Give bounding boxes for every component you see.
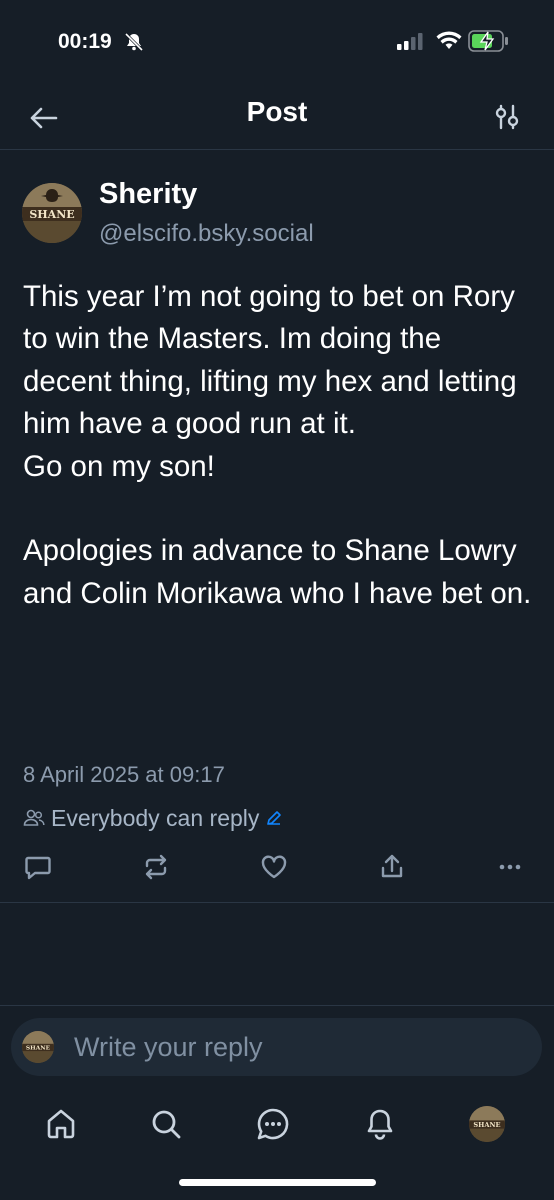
nav-search[interactable] (146, 1104, 186, 1144)
reply-setting[interactable]: Everybody can reply (23, 803, 283, 833)
author-handle[interactable]: @elscifo.bsky.social (99, 220, 314, 248)
repost-button[interactable] (139, 850, 173, 884)
divider (0, 902, 554, 903)
people-icon (23, 809, 45, 826)
more-icon (499, 864, 521, 870)
reply-button[interactable] (21, 850, 55, 884)
bell-icon (367, 1109, 393, 1140)
battery-charging-icon (468, 30, 508, 52)
bell-off-icon (124, 32, 144, 52)
chat-icon (257, 1108, 289, 1140)
post-text: This year I’m not going to bet on Rory t… (23, 280, 532, 610)
reply-placeholder[interactable]: Write your reply (74, 1032, 263, 1063)
author-avatar[interactable]: SHANE (22, 183, 82, 243)
nav-profile[interactable]: SHANE (467, 1104, 507, 1144)
reply-composer[interactable]: SHANE Write your reply (11, 1018, 542, 1076)
reply-icon (25, 856, 51, 880)
page-title: Post (246, 96, 308, 127)
like-button[interactable] (257, 850, 291, 884)
status-bar: 00:19 (0, 0, 554, 86)
svg-text:SHANE: SHANE (473, 1121, 500, 1129)
home-icon (47, 1109, 75, 1139)
svg-text:SHANE: SHANE (26, 1045, 51, 1052)
thread-settings-button[interactable] (492, 102, 522, 132)
reply-setting-label: Everybody can reply (51, 804, 260, 831)
divider (0, 1005, 554, 1006)
heart-icon (261, 855, 287, 879)
user-avatar: SHANE (22, 1031, 54, 1063)
pencil-icon[interactable] (265, 809, 283, 827)
share-button[interactable] (375, 850, 409, 884)
repost-icon (145, 854, 167, 880)
share-icon (381, 854, 403, 878)
nav-notifications[interactable] (360, 1104, 400, 1144)
status-time: 00:19 (58, 30, 112, 53)
author-name[interactable]: Sherity (99, 178, 197, 211)
nav-chat[interactable] (253, 1104, 293, 1144)
post-timestamp: 8 April 2025 at 09:17 (23, 762, 225, 787)
home-indicator (179, 1179, 376, 1186)
search-icon (152, 1110, 181, 1139)
svg-text:SHANE: SHANE (29, 208, 74, 221)
post-header: Post (0, 86, 554, 150)
profile-avatar: SHANE (469, 1106, 505, 1142)
bottom-nav: SHANE (0, 1096, 554, 1156)
post-actions (0, 850, 554, 884)
more-button[interactable] (493, 850, 527, 884)
nav-home[interactable] (41, 1104, 81, 1144)
sliders-icon (495, 104, 519, 130)
cellular-signal-icon (397, 33, 423, 50)
wifi-icon (436, 31, 462, 49)
